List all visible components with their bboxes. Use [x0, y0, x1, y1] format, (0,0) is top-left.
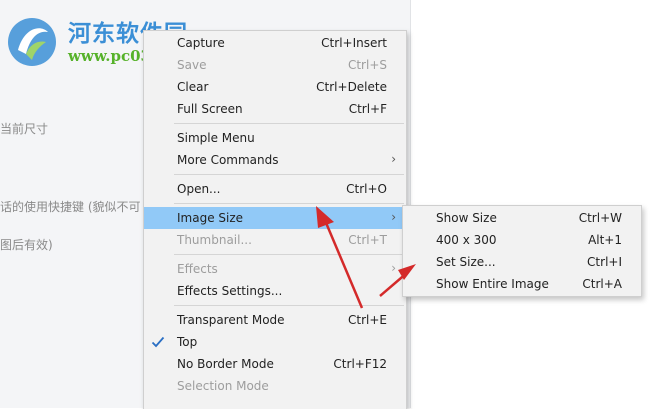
background-text-line: 话的使用快捷键 (貌似不可 [0, 200, 141, 214]
background-text-line: 图后有效) [0, 238, 53, 252]
menu-separator [174, 203, 404, 204]
background-text-line: 当前尺寸 [0, 122, 49, 136]
menu-item-thumbnail: Thumbnail... Ctrl+T [144, 229, 406, 251]
menu-item-no-border-mode[interactable]: No Border Mode Ctrl+F12 [144, 353, 406, 375]
menu-item-shortcut: Ctrl+E [348, 313, 387, 327]
menu-item-label: Set Size... [436, 255, 496, 269]
menu-item-top[interactable]: Top [144, 331, 406, 353]
menu-separator [174, 123, 404, 124]
menu-separator [174, 305, 404, 306]
menu-item-label: No Border Mode [177, 357, 274, 371]
submenu-item-set-size[interactable]: Set Size... Ctrl+I [403, 251, 641, 273]
menu-item-shortcut: Ctrl+A [582, 277, 622, 291]
menu-item-label: Transparent Mode [177, 313, 285, 327]
menu-item-label: Full Screen [177, 102, 243, 116]
menu-item-label: Effects Settings... [177, 284, 283, 298]
menu-item-capture[interactable]: Capture Ctrl+Insert [144, 32, 406, 54]
menu-item-selection-mode: Selection Mode [144, 375, 406, 397]
menu-item-clear[interactable]: Clear Ctrl+Delete [144, 76, 406, 98]
menu-item-label: Open... [177, 182, 221, 196]
menu-item-label: Clear [177, 80, 209, 94]
menu-item-label: Selection Mode [177, 379, 269, 393]
menu-item-label: 400 x 300 [436, 233, 497, 247]
menu-item-label: Show Size [436, 211, 497, 225]
context-menu: Capture Ctrl+Insert Save Ctrl+S Clear Ct… [143, 30, 407, 409]
menu-item-label: More Commands [177, 153, 279, 167]
menu-item-label: Simple Menu [177, 131, 255, 145]
menu-item-effects-settings[interactable]: Effects Settings... [144, 280, 406, 302]
image-size-submenu: Show Size Ctrl+W 400 x 300 Alt+1 Set Siz… [402, 205, 642, 297]
menu-item-image-size[interactable]: Image Size › [144, 207, 406, 229]
menu-item-shortcut: Ctrl+T [348, 233, 387, 247]
watermark-logo-icon [8, 18, 56, 66]
chevron-right-icon: › [391, 210, 396, 224]
menu-item-save: Save Ctrl+S [144, 54, 406, 76]
submenu-item-show-size[interactable]: Show Size Ctrl+W [403, 207, 641, 229]
menu-item-more-commands[interactable]: More Commands › [144, 149, 406, 171]
menu-item-transparent-mode[interactable]: Transparent Mode Ctrl+E [144, 309, 406, 331]
menu-item-label: Effects [177, 262, 218, 276]
menu-item-label: Show Entire Image [436, 277, 549, 291]
menu-item-label: Thumbnail... [177, 233, 252, 247]
menu-separator [174, 254, 404, 255]
menu-item-shortcut: Ctrl+O [346, 182, 387, 196]
chevron-right-icon: › [391, 152, 396, 166]
menu-item-shortcut: Ctrl+I [587, 255, 622, 269]
chevron-right-icon: › [391, 261, 396, 275]
menu-item-shortcut: Ctrl+Insert [321, 36, 387, 50]
menu-item-shortcut: Ctrl+F12 [333, 357, 387, 371]
menu-item-shortcut: Ctrl+F [348, 102, 387, 116]
menu-item-label: Image Size [177, 211, 244, 225]
menu-item-label: Capture [177, 36, 225, 50]
menu-item-shortcut: Ctrl+Delete [316, 80, 387, 94]
submenu-item-show-entire-image[interactable]: Show Entire Image Ctrl+A [403, 273, 641, 295]
menu-item-open[interactable]: Open... Ctrl+O [144, 178, 406, 200]
menu-item-shortcut: Alt+1 [588, 233, 622, 247]
menu-item-full-screen[interactable]: Full Screen Ctrl+F [144, 98, 406, 120]
menu-item-shortcut: Ctrl+W [578, 211, 622, 225]
menu-item-simple-menu[interactable]: Simple Menu [144, 127, 406, 149]
menu-separator [174, 174, 404, 175]
menu-item-shortcut: Ctrl+S [347, 58, 387, 72]
checkmark-icon [151, 336, 165, 348]
menu-item-label: Top [177, 335, 198, 349]
menu-item-effects: Effects › [144, 258, 406, 280]
menu-item-label: Save [177, 58, 207, 72]
submenu-item-400x300[interactable]: 400 x 300 Alt+1 [403, 229, 641, 251]
